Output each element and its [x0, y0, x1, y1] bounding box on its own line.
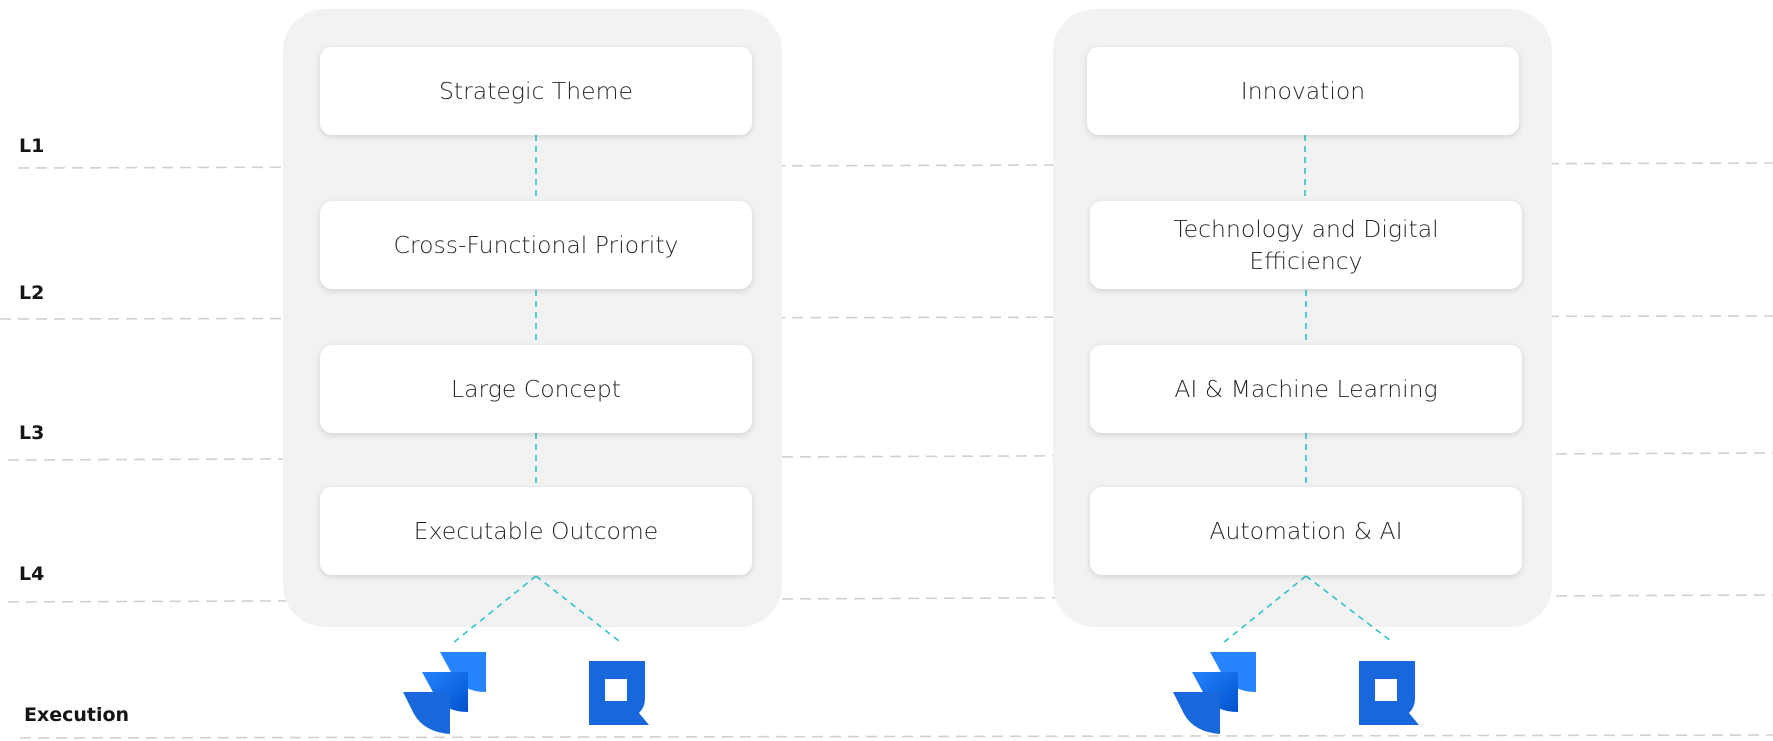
card-automation-ai: Automation & AI: [1090, 487, 1522, 575]
card-executable-outcome: Executable Outcome: [320, 487, 752, 575]
card-strategic-theme: Strategic Theme: [320, 47, 752, 135]
level-label-l4: L4: [19, 563, 45, 585]
jira-icon: [403, 652, 486, 734]
level-label-l1: L1: [19, 135, 45, 157]
connector-left-to-jsm: [535, 575, 620, 642]
connector-right-to-jsm: [1305, 575, 1392, 642]
connector-right-to-jira: [1222, 575, 1307, 644]
card-large-concept: Large Concept: [320, 345, 752, 433]
card-cross-functional-priority: Cross-Functional Priority: [320, 201, 752, 289]
jira-service-management-icon: [589, 661, 649, 725]
level-label-execution: Execution: [24, 704, 130, 726]
connector-left-to-jira: [452, 575, 537, 644]
card-technology-and-digital-efficiency: Technology and Digital Efficiency: [1090, 201, 1522, 289]
card-ai-machine-learning: AI & Machine Learning: [1090, 345, 1522, 433]
jira-service-management-icon: [1359, 661, 1419, 725]
card-innovation: Innovation: [1087, 47, 1519, 135]
jira-icon: [1173, 652, 1256, 734]
level-label-l2: L2: [19, 282, 45, 304]
level-label-l3: L3: [19, 422, 45, 444]
